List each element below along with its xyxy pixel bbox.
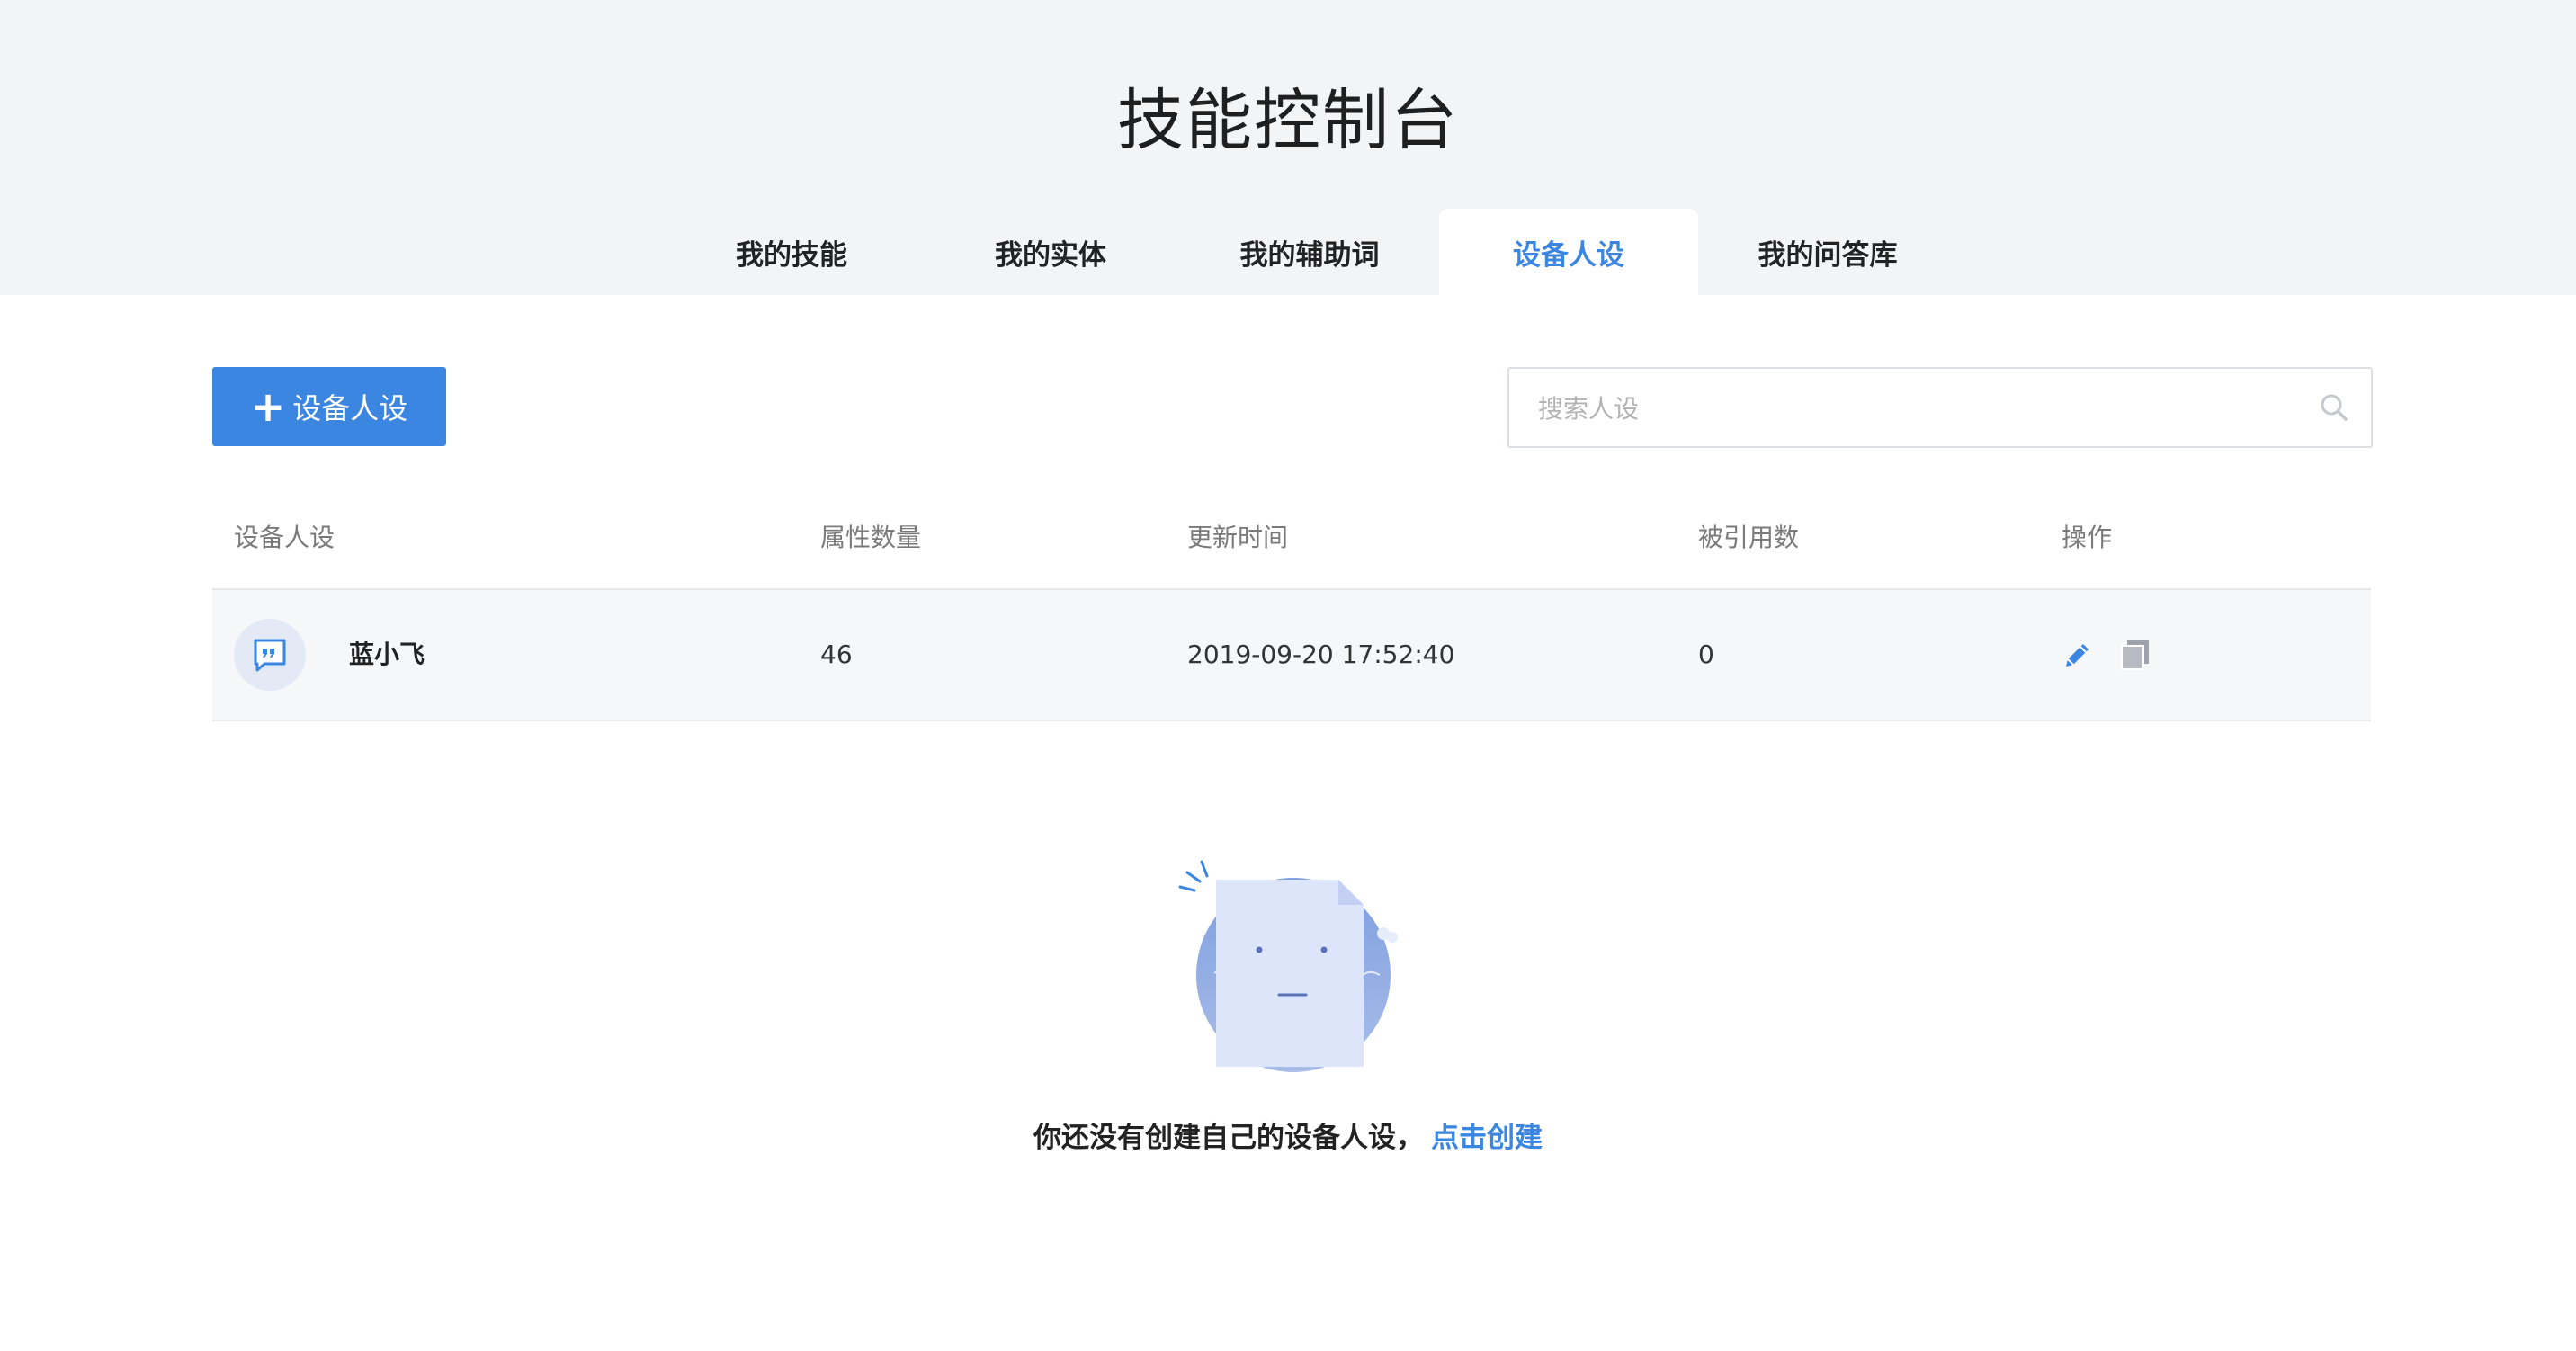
add-persona-button-label: 设备人设 — [292, 391, 408, 425]
page-header: 技能控制台 我的技能 我的实体 我的辅助词 设备人设 我的问答库 — [0, 0, 2576, 295]
create-persona-link[interactable]: 点击创建 — [1431, 1122, 1543, 1154]
tab-bar: 我的技能 我的实体 我的辅助词 设备人设 我的问答库 — [0, 209, 2576, 295]
empty-state-text: 你还没有创建自己的设备人设， — [1033, 1122, 1424, 1154]
tab-my-entities[interactable]: 我的实体 — [921, 209, 1180, 295]
edit-icon[interactable] — [2062, 639, 2094, 671]
copy-icon[interactable] — [2117, 637, 2153, 673]
add-persona-button[interactable]: + 设备人设 — [212, 367, 446, 446]
quote-card-icon — [254, 639, 286, 672]
column-header-reference-count: 被引用数 — [1698, 523, 1800, 552]
column-header-updated-time: 更新时间 — [1187, 523, 1289, 552]
tab-my-skills[interactable]: 我的技能 — [662, 209, 921, 295]
column-header-actions: 操作 — [2062, 523, 2113, 552]
attribute-count: 46 — [820, 640, 853, 669]
reference-count: 0 — [1698, 640, 1714, 669]
plus-icon: + — [250, 382, 286, 431]
column-header-attribute-count: 属性数量 — [820, 523, 922, 552]
table-header: 设备人设 属性数量 更新时间 被引用数 操作 — [212, 497, 2371, 590]
updated-time: 2019-09-20 17:52:40 — [1187, 640, 1455, 669]
persona-name[interactable]: 蓝小飞 — [349, 590, 425, 720]
tab-device-persona[interactable]: 设备人设 — [1439, 209, 1698, 295]
empty-document-face-illustration — [1178, 860, 1398, 1072]
avatar — [234, 619, 306, 691]
tab-my-auxiliary-words[interactable]: 我的辅助词 — [1180, 209, 1439, 295]
search-box[interactable] — [1507, 367, 2373, 448]
column-header-persona: 设备人设 — [234, 523, 335, 552]
table-row[interactable]: 蓝小飞 46 2019-09-20 17:52:40 0 — [212, 590, 2371, 721]
search-icon[interactable] — [2317, 390, 2351, 425]
search-input[interactable] — [1536, 369, 2277, 448]
page-title: 技能控制台 — [1117, 82, 1459, 159]
persona-table: 设备人设 属性数量 更新时间 被引用数 操作 蓝小飞 46 2019-09-20… — [212, 497, 2371, 721]
tab-my-qa-library[interactable]: 我的问答库 — [1698, 209, 1957, 295]
empty-state-message: 你还没有创建自己的设备人设， 点击创建 — [0, 1115, 2576, 1160]
